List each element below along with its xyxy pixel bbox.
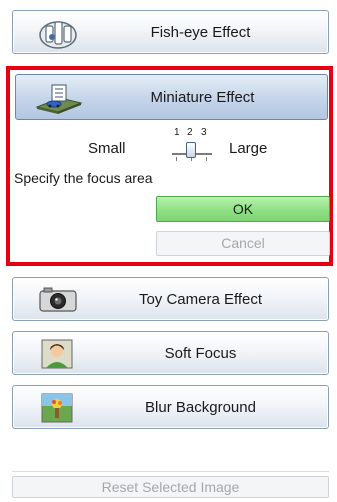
size-slider-thumb[interactable] <box>186 142 196 158</box>
soft-focus-effect-button[interactable]: Soft Focus <box>12 331 329 375</box>
size-small-label: Small <box>88 140 126 157</box>
cancel-button[interactable]: Cancel <box>156 231 330 256</box>
miniature-effect-button[interactable]: Miniature Effect <box>15 74 328 120</box>
toy-camera-effect-label: Toy Camera Effect <box>138 291 263 308</box>
tick-label-1: 1 <box>174 127 180 138</box>
miniature-icon <box>34 81 84 115</box>
slider-tickmark <box>176 157 177 161</box>
size-large-label: Large <box>229 140 268 157</box>
slider-tickmark <box>206 157 207 161</box>
blur-background-effect-label: Blur Background <box>145 399 256 416</box>
fish-eye-effect-label: Fish-eye Effect <box>150 24 251 41</box>
divider <box>12 471 329 472</box>
soft-focus-effect-label: Soft Focus <box>164 345 237 362</box>
reset-selected-image-button[interactable]: Reset Selected Image <box>12 476 329 498</box>
toy-camera-effect-button[interactable]: Toy Camera Effect <box>12 277 329 321</box>
fish-eye-effect-button[interactable]: Fish-eye Effect <box>12 10 329 54</box>
tick-label-2: 2 <box>187 127 193 138</box>
focus-area-label: Specify the focus area <box>14 170 153 186</box>
effects-panel: Fish-eye Effect Miniature Effect Small 1… <box>0 0 337 502</box>
tick-label-3: 3 <box>201 127 207 138</box>
blur-background-effect-button[interactable]: Blur Background <box>12 385 329 429</box>
ok-button[interactable]: OK <box>156 196 330 222</box>
miniature-effect-label: Miniature Effect <box>150 89 255 106</box>
